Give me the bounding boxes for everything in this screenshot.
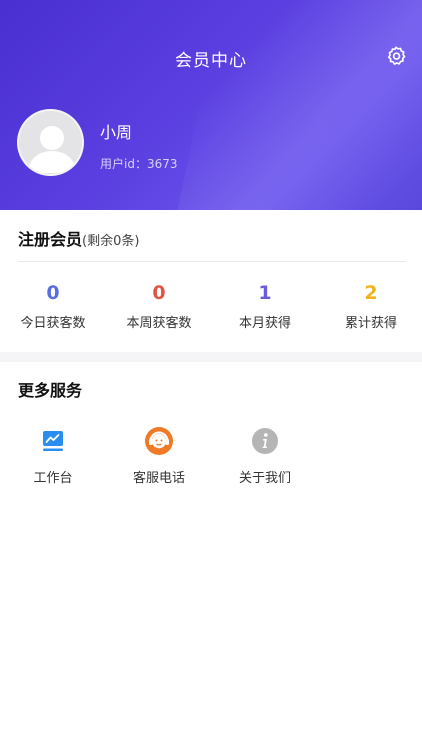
registration-title: 注册会员(剩余0条) <box>18 226 139 250</box>
service-about-us-label: 关于我们 <box>238 471 291 486</box>
service-workbench[interactable]: 工作台 <box>8 425 98 486</box>
user-id: 用户id：3673 <box>100 157 178 171</box>
service-customer-phone[interactable]: 客服电话 <box>114 425 204 486</box>
stat-today-label: 今日获客数 <box>20 316 86 331</box>
stat-total-value: 2 <box>364 282 378 304</box>
stat-total-label: 累计获得 <box>344 316 397 331</box>
info-icon <box>249 425 281 457</box>
stat-week[interactable]: 0 本周获客数 <box>106 280 212 331</box>
chart-icon <box>37 425 69 457</box>
stat-week-value: 0 <box>152 282 166 304</box>
stat-today[interactable]: 0 今日获客数 <box>0 280 106 331</box>
service-customer-phone-label: 客服电话 <box>132 471 185 486</box>
section-separator <box>0 352 422 362</box>
divider <box>18 261 406 262</box>
headset-icon <box>143 425 175 457</box>
avatar[interactable] <box>17 109 84 176</box>
stat-month-value: 1 <box>258 282 272 304</box>
stat-month-label: 本月获得 <box>238 316 291 331</box>
registration-title-text: 注册会员 <box>18 230 83 249</box>
service-workbench-label: 工作台 <box>33 471 73 486</box>
member-header: 会员中心 小周 用户id：3673 <box>0 0 422 210</box>
stat-today-value: 0 <box>46 282 60 304</box>
registration-remaining: (剩余0条) <box>82 234 140 249</box>
stat-month[interactable]: 1 本月获得 <box>212 280 318 331</box>
stat-total[interactable]: 2 累计获得 <box>318 280 422 331</box>
user-name: 小周 <box>100 123 133 142</box>
page-title: 会员中心 <box>175 51 247 71</box>
service-about-us[interactable]: 关于我们 <box>220 425 310 486</box>
gear-icon[interactable] <box>384 44 408 68</box>
services-title: 更多服务 <box>18 381 83 400</box>
stat-week-label: 本周获客数 <box>126 316 192 331</box>
header-decoration <box>170 0 422 210</box>
stats-row: 0 今日获客数 0 本周获客数 1 本月获得 2 累计获得 <box>0 280 422 340</box>
